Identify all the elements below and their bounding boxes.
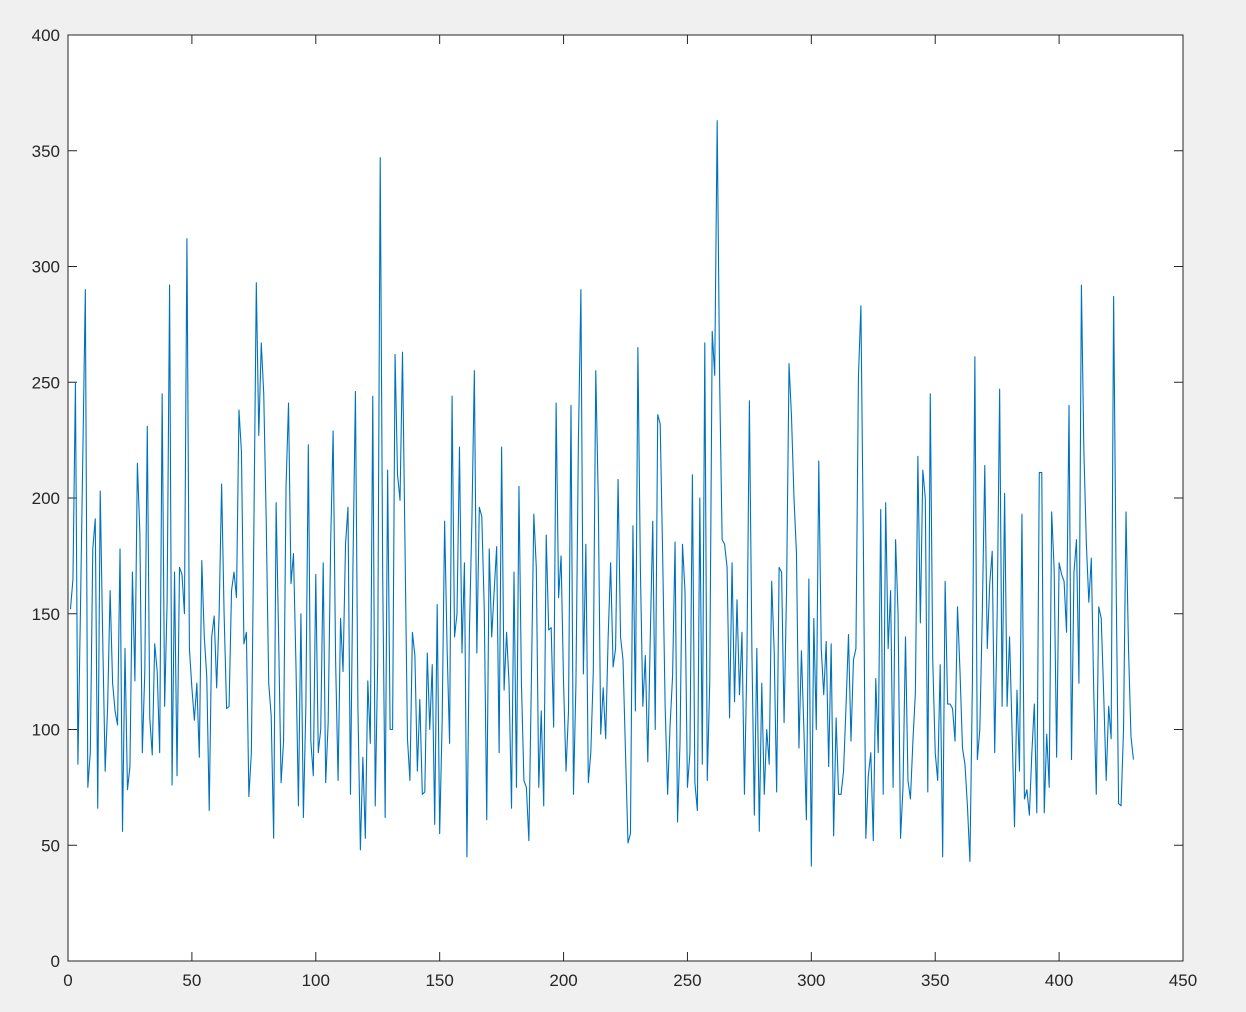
x-tick-label: 350	[921, 971, 949, 990]
x-tick-label: 0	[63, 971, 72, 990]
y-tick-label: 150	[32, 605, 60, 624]
y-tick-label: 300	[32, 258, 60, 277]
y-tick-label: 0	[51, 952, 60, 971]
x-tick-label: 50	[182, 971, 201, 990]
y-tick-label: 350	[32, 142, 60, 161]
x-tick-labels: 0 50 100 150 200 250 300 350 400 450	[63, 971, 1197, 990]
y-tick-label: 200	[32, 489, 60, 508]
y-tick-label: 100	[32, 721, 60, 740]
x-tick-label: 400	[1045, 971, 1073, 990]
x-tick-label: 200	[549, 971, 577, 990]
x-tick-label: 300	[797, 971, 825, 990]
x-tick-label: 250	[673, 971, 701, 990]
plot-area	[68, 35, 1183, 961]
x-tick-label: 450	[1169, 971, 1197, 990]
x-tick-label: 150	[425, 971, 453, 990]
y-tick-label: 400	[32, 26, 60, 45]
line-chart: 0 50 100 150 200 250 300 350 400 450 0 50 100 150 200…	[32, 26, 1198, 990]
y-tick-labels: 0 50 100 150 200 250 300 350 400	[32, 26, 60, 971]
x-tick-label: 100	[302, 971, 330, 990]
figure-window: 0 50 100 150 200 250 300 350 400 450 0 50 100 150 200…	[0, 0, 1246, 1012]
y-tick-label: 50	[41, 836, 60, 855]
y-tick-label: 250	[32, 373, 60, 392]
